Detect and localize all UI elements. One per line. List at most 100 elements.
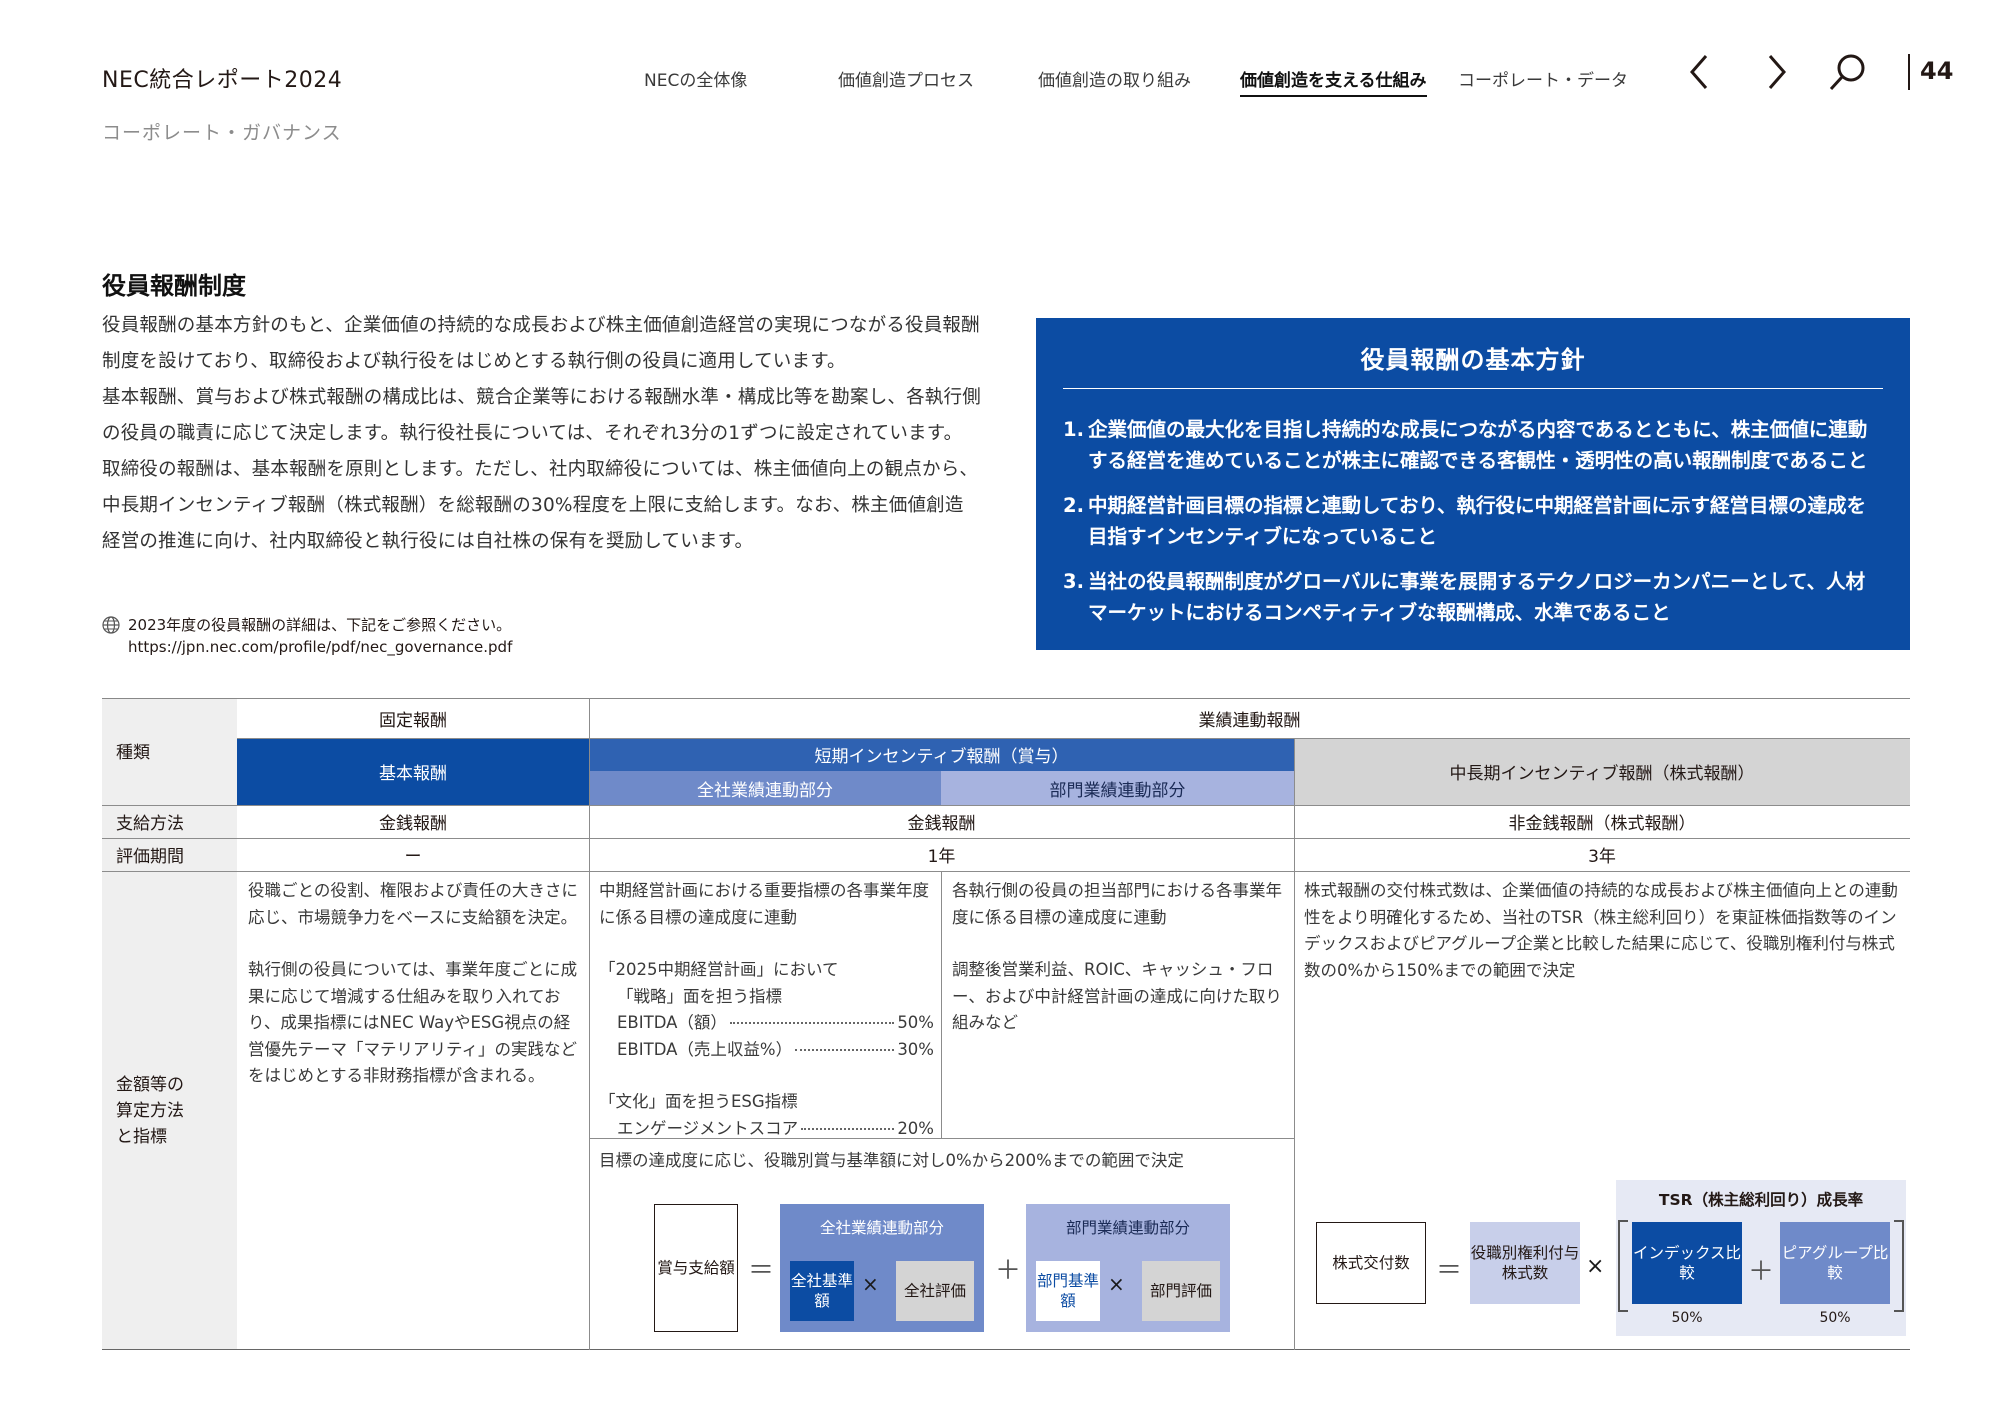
intro-paragraph: 基本報酬、賞与および株式報酬の構成比は、競合企業等における報酬水準・構成比等を勘… bbox=[102, 387, 981, 444]
metric-row: EBITDA（売上収益%） 30% bbox=[599, 1037, 934, 1064]
compensation-table: 種類 支給方法 評価期間 金額等の算定方法と指標 固定報酬 業績連動報酬 基本報… bbox=[102, 698, 1910, 1350]
policy-item-number: 3. bbox=[1063, 570, 1084, 593]
policy-item-text: 中期経営計画目標の指標と連動しており、執行役に中期経営計画に示す経営目標の達成を… bbox=[1088, 494, 1867, 548]
division-method-cell: 各執行側の役員の担当部門における各事業年度に係る目標の達成度に連動 調整後営業利… bbox=[952, 878, 1287, 1037]
table-divider bbox=[237, 738, 1910, 739]
division-method-text: 各執行側の役員の担当部門における各事業年度に係る目標の達成度に連動 bbox=[952, 881, 1282, 927]
plus-sign: ＋ bbox=[995, 1256, 1022, 1286]
base-method-text: 役職ごとの役割、権限および責任の大きさに応じ、市場競争力をベースに支給額を決定。 bbox=[248, 881, 578, 927]
row-header-period: 評価期間 bbox=[102, 838, 237, 871]
base-salary-header: 基本報酬 bbox=[237, 738, 589, 805]
reference-link[interactable]: https://jpn.nec.com/profile/pdf/nec_gove… bbox=[102, 636, 512, 658]
policy-item-number: 1. bbox=[1063, 418, 1084, 441]
metric-label: EBITDA（売上収益%） bbox=[617, 1039, 793, 1059]
short-term-incentive-header: 短期インセンティブ報酬（賞与） bbox=[589, 738, 1294, 771]
nav-item-value-creation-foundation[interactable]: 価値創造を支える仕組み bbox=[1240, 66, 1427, 97]
table-divider bbox=[589, 698, 590, 1350]
metric-label: EBITDA（額） bbox=[617, 1013, 727, 1032]
basic-policy-title: 役員報酬の基本方針 bbox=[1360, 346, 1586, 374]
period-base: ー bbox=[404, 847, 422, 867]
plus-sign: ＋ bbox=[1748, 1257, 1775, 1287]
basic-policy-box: 役員報酬の基本方針 1. 企業価値の最大化を目指し持続的な成長につながる内容であ… bbox=[1036, 318, 1910, 650]
payment-base: 金銭報酬 bbox=[379, 814, 447, 834]
bonus-range-text: 目標の達成度に応じ、役職別賞与基準額に対し0%から200%までの範囲で決定 bbox=[599, 1151, 1184, 1170]
globe-icon bbox=[102, 616, 120, 634]
report-title: NEC統合レポート2024 bbox=[102, 68, 343, 93]
metric-value: 50% bbox=[897, 1013, 934, 1032]
metric-value: 30% bbox=[897, 1039, 934, 1059]
reference-note-text: 2023年度の役員報酬の詳細は、下記をご参照ください。 bbox=[128, 616, 512, 634]
breadcrumb[interactable]: コーポレート・ガバナンス bbox=[102, 118, 342, 145]
table-divider bbox=[589, 1138, 1294, 1139]
basic-policy-divider bbox=[1063, 388, 1883, 389]
company-performance-part-header: 全社業績連動部分 bbox=[589, 771, 941, 805]
company-base-amount-box: 全社基準額 bbox=[790, 1261, 854, 1321]
long-term-method-text: 株式報酬の交付株式数は、企業価値の持続的な成長および株主価値向上との連動性をより… bbox=[1304, 881, 1898, 980]
row-header-type: 種類 bbox=[102, 698, 237, 805]
policy-item: 2. 中期経営計画目標の指標と連動しており、執行役に中期経営計画に示す経営目標の… bbox=[1063, 490, 1883, 552]
table-divider bbox=[102, 805, 1910, 806]
nav-item-nec-overview[interactable]: NECの全体像 bbox=[644, 66, 747, 91]
table-border bbox=[102, 1349, 1910, 1350]
equals-sign: ＝ bbox=[1436, 1256, 1463, 1286]
division-part-formula-title: 部門業績連動部分 bbox=[1065, 1219, 1190, 1237]
intro-paragraph: 役員報酬の基本方針のもと、企業価値の持続的な成長および株主価値創造経営の実現につ… bbox=[102, 315, 980, 372]
bonus-amount-box: 賞与支給額 bbox=[654, 1204, 738, 1332]
chevron-right-icon[interactable] bbox=[1756, 50, 1800, 94]
left-bracket bbox=[1618, 1220, 1628, 1312]
division-performance-part-header: 部門業績連動部分 bbox=[941, 771, 1294, 805]
period-long-term: 3年 bbox=[1588, 847, 1616, 867]
table-divider bbox=[941, 871, 942, 1138]
nav-item-corporate-data[interactable]: コーポレート・データ bbox=[1458, 66, 1628, 91]
intro-text: 役員報酬の基本方針のもと、企業価値の持続的な成長および株主価値創造経営の実現につ… bbox=[102, 308, 982, 560]
table-divider bbox=[102, 838, 1910, 839]
division-method-text: 調整後営業利益、ROIC、キャッシュ・フロー、および中計経営計画の達成に向けた取… bbox=[952, 960, 1282, 1032]
company-evaluation-box: 全社評価 bbox=[896, 1261, 974, 1321]
index-weight: 50% bbox=[1671, 1310, 1703, 1326]
peer-weight: 50% bbox=[1819, 1310, 1851, 1326]
table-divider bbox=[102, 871, 1910, 872]
stock-delivery-count-box: 株式交付数 bbox=[1316, 1222, 1426, 1304]
company-method-text: 「2025中期経営計画」において bbox=[599, 960, 839, 979]
row-header-payment: 支給方法 bbox=[102, 805, 237, 838]
chevron-left-icon[interactable] bbox=[1680, 50, 1724, 94]
table-divider bbox=[941, 805, 942, 871]
page-number: 44 bbox=[1920, 57, 1954, 85]
company-method-text: 中期経営計画における重要指標の各事業年度に係る目標の達成度に連動 bbox=[599, 881, 929, 927]
right-bracket bbox=[1894, 1220, 1904, 1312]
grant-shares-box: 役職別権利付与株式数 bbox=[1470, 1222, 1580, 1304]
long-term-incentive-header: 中長期インセンティブ報酬（株式報酬） bbox=[1294, 738, 1910, 805]
performance-compensation-header: 業績連動報酬 bbox=[1198, 710, 1301, 731]
policy-item-text: 企業価値の最大化を目指し持続的な成長につながる内容であるとともに、株主価値に連動… bbox=[1088, 418, 1868, 472]
company-method-cell: 中期経営計画における重要指標の各事業年度に係る目標の達成度に連動 「2025中期… bbox=[599, 878, 934, 1142]
policy-item-number: 2. bbox=[1063, 494, 1084, 517]
table-border bbox=[102, 698, 1910, 699]
division-evaluation-box: 部門評価 bbox=[1142, 1261, 1220, 1321]
division-base-amount-box: 部門基準額 bbox=[1036, 1261, 1100, 1321]
policy-item: 1. 企業価値の最大化を目指し持続的な成長につながる内容であるとともに、株主価値… bbox=[1063, 414, 1883, 476]
base-method-cell: 役職ごとの役割、権限および責任の大きさに応じ、市場競争力をベースに支給額を決定。… bbox=[248, 878, 583, 1090]
company-method-text: 「文化」面を担うESG指標 bbox=[599, 1092, 798, 1111]
intro-paragraph: 取締役の報酬は、基本報酬を原則とします。ただし、社内取締役については、株主価値向… bbox=[102, 459, 979, 552]
page-number-divider bbox=[1908, 54, 1910, 90]
table-divider bbox=[1294, 738, 1295, 1350]
payment-long-term: 非金銭報酬（株式報酬） bbox=[1508, 814, 1696, 834]
peer-group-comparison-box: ピアグループ比較 bbox=[1780, 1222, 1890, 1304]
section-title: 役員報酬制度 bbox=[102, 272, 246, 300]
times-sign: × bbox=[1108, 1272, 1125, 1296]
company-part-formula-title: 全社業績連動部分 bbox=[819, 1219, 944, 1237]
nav-item-value-creation-process[interactable]: 価値創造プロセス bbox=[838, 66, 974, 91]
company-method-text: 「戦略」面を担う指標 bbox=[617, 986, 782, 1006]
search-icon[interactable] bbox=[1826, 50, 1870, 94]
fixed-compensation-header: 固定報酬 bbox=[379, 710, 447, 731]
reference-note: 2023年度の役員報酬の詳細は、下記をご参照ください。 https://jpn.… bbox=[102, 614, 512, 658]
nav-item-value-creation-initiatives[interactable]: 価値創造の取り組み bbox=[1038, 66, 1191, 91]
index-comparison-box: インデックス比較 bbox=[1632, 1222, 1742, 1304]
policy-item-text: 当社の役員報酬制度がグローバルに事業を展開するテクノロジーカンパニーとして、人材… bbox=[1088, 570, 1866, 624]
equals-sign: ＝ bbox=[748, 1256, 775, 1286]
tsr-growth-title: TSR（株主総利回り）成長率 bbox=[1658, 1191, 1864, 1209]
times-sign: × bbox=[1586, 1254, 1605, 1279]
policy-item: 3. 当社の役員報酬制度がグローバルに事業を展開するテクノロジーカンパニーとして… bbox=[1063, 566, 1883, 628]
metric-row: EBITDA（額） 50% bbox=[599, 1010, 934, 1037]
times-sign: × bbox=[862, 1272, 879, 1296]
